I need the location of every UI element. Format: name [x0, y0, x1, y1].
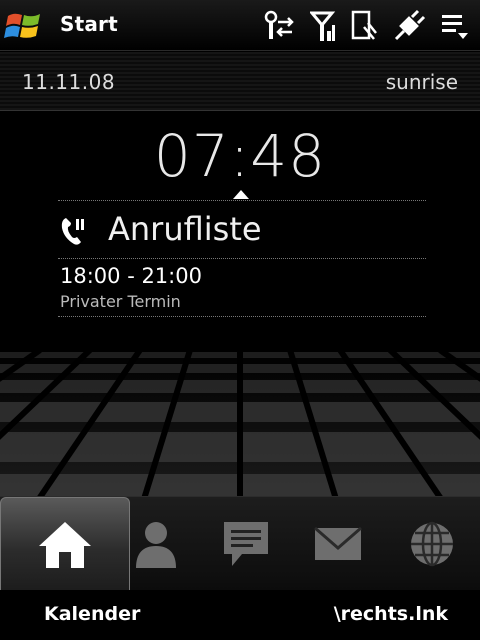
appointment-time[interactable]: 18:00 - 21:00: [60, 264, 202, 288]
mail-icon: [314, 526, 362, 560]
softkey-bar: Kalender \rechts.lnk: [0, 590, 480, 640]
date-label: 11.11.08: [22, 70, 116, 94]
person-icon: [136, 522, 176, 568]
phone-icon: [61, 218, 84, 245]
title-bar: Start: [0, 0, 480, 51]
grid-floor-background: [0, 350, 480, 512]
globe-icon: [411, 521, 453, 567]
tab-messages[interactable]: [198, 497, 294, 591]
connectivity-icon[interactable]: [262, 9, 296, 43]
battery-plug-icon[interactable]: [392, 9, 426, 43]
signal-icon[interactable]: [310, 9, 336, 43]
status-icons: [262, 8, 470, 44]
tab-bar: [0, 496, 480, 592]
clock-pointer-icon: [233, 190, 249, 199]
call-log-link[interactable]: Anrufliste: [108, 210, 262, 248]
date-row: 11.11.08 sunrise: [0, 52, 480, 111]
right-softkey[interactable]: \rechts.lnk: [334, 603, 448, 625]
tab-people[interactable]: [108, 497, 204, 591]
app-title: Start: [60, 12, 118, 36]
clock[interactable]: 07:48: [0, 122, 480, 190]
windows-flag-icon[interactable]: [4, 8, 44, 44]
left-softkey[interactable]: Kalender: [44, 603, 140, 625]
menu-icon[interactable]: [440, 9, 470, 43]
divider: [58, 258, 426, 259]
home-icon: [39, 522, 91, 568]
tab-internet[interactable]: [384, 497, 480, 591]
divider: [58, 316, 426, 317]
sync-icon[interactable]: [350, 9, 378, 43]
profile-label: sunrise: [385, 70, 458, 94]
appointment-title[interactable]: Privater Termin: [60, 292, 181, 311]
divider: [58, 200, 426, 201]
message-icon: [224, 522, 268, 566]
tab-email[interactable]: [290, 497, 386, 591]
